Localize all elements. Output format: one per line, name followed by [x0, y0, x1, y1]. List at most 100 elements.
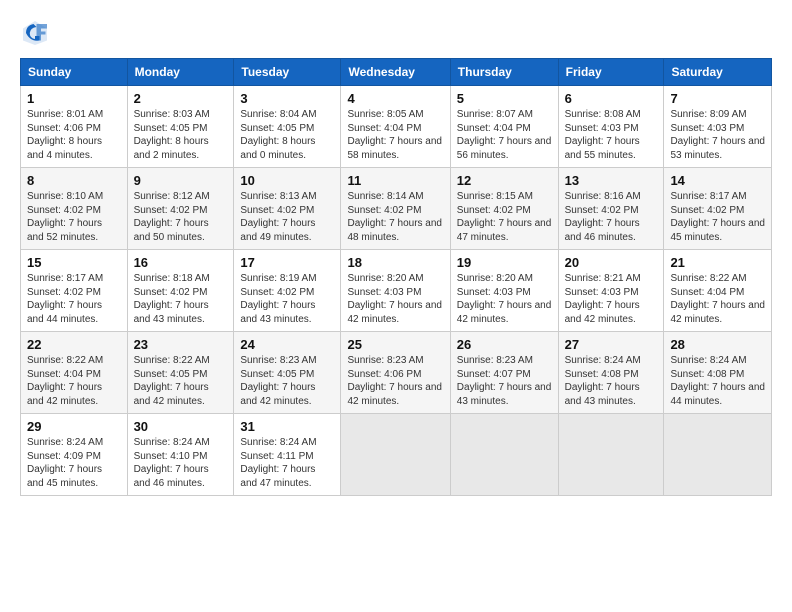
day-cell: 19Sunrise: 8:20 AMSunset: 4:03 PMDayligh…: [450, 250, 558, 332]
day-cell: 23 Sunrise: 8:22 AMSunset: 4:05 PMDayligh…: [127, 332, 234, 414]
day-number: 21: [670, 255, 765, 270]
header-row: SundayMondayTuesdayWednesdayThursdayFrid…: [21, 59, 772, 86]
day-info: Sunrise: 8:10 AMSunset: 4:02 PMDaylight:…: [27, 190, 121, 244]
day-info: Sunrise: 8:22 AMSunset: 4:04 PMDaylight:…: [27, 354, 121, 408]
day-number: 27: [565, 337, 658, 352]
day-number: 1: [27, 91, 121, 106]
day-cell: [664, 414, 772, 496]
day-cell: [558, 414, 664, 496]
day-number: 3: [240, 91, 334, 106]
day-cell: 12Sunrise: 8:15 AMSunset: 4:02 PMDayligh…: [450, 168, 558, 250]
day-info: Sunrise: 8:24 AMSunset: 4:11 PMDaylight:…: [240, 436, 334, 490]
day-cell: 22Sunrise: 8:22 AMSunset: 4:04 PMDayligh…: [21, 332, 128, 414]
week-row-1: 1 Sunrise: 8:01 AMSunset: 4:06 PMDaylight…: [21, 86, 772, 168]
day-number: 4: [347, 91, 443, 106]
logo: [20, 18, 54, 48]
day-cell: 11Sunrise: 8:14 AMSunset: 4:02 PMDayligh…: [341, 168, 450, 250]
day-cell: 18 Sunrise: 8:20 AMSunset: 4:03 PMDayligh…: [341, 250, 450, 332]
day-cell: 24 Sunrise: 8:23 AMSunset: 4:05 PMDayligh…: [234, 332, 341, 414]
day-number: 17: [240, 255, 334, 270]
col-header-tuesday: Tuesday: [234, 59, 341, 86]
day-cell: 8Sunrise: 8:10 AMSunset: 4:02 PMDaylight…: [21, 168, 128, 250]
day-info: Sunrise: 8:08 AMSunset: 4:03 PMDaylight:…: [565, 108, 658, 162]
col-header-friday: Friday: [558, 59, 664, 86]
day-cell: 29 Sunrise: 8:24 AMSunset: 4:09 PMDayligh…: [21, 414, 128, 496]
week-row-5: 29 Sunrise: 8:24 AMSunset: 4:09 PMDayligh…: [21, 414, 772, 496]
col-header-saturday: Saturday: [664, 59, 772, 86]
day-cell: 17Sunrise: 8:19 AMSunset: 4:02 PMDayligh…: [234, 250, 341, 332]
day-number: 11: [347, 173, 443, 188]
day-cell: 25 Sunrise: 8:23 AMSunset: 4:06 PMDayligh…: [341, 332, 450, 414]
day-number: 5: [457, 91, 552, 106]
day-number: 2: [134, 91, 228, 106]
day-cell: 3 Sunrise: 8:04 AMSunset: 4:05 PMDaylight…: [234, 86, 341, 168]
header: [20, 18, 772, 48]
day-cell: 9Sunrise: 8:12 AMSunset: 4:02 PMDaylight…: [127, 168, 234, 250]
week-row-4: 22Sunrise: 8:22 AMSunset: 4:04 PMDayligh…: [21, 332, 772, 414]
day-info: Sunrise: 8:23 AMSunset: 4:05 PMDaylight:…: [240, 354, 334, 408]
day-info: Sunrise: 8:07 AMSunset: 4:04 PMDaylight:…: [457, 108, 552, 162]
day-cell: 13 Sunrise: 8:16 AMSunset: 4:02 PMDayligh…: [558, 168, 664, 250]
day-number: 30: [134, 419, 228, 434]
day-number: 14: [670, 173, 765, 188]
day-cell: 4 Sunrise: 8:05 AMSunset: 4:04 PMDaylight…: [341, 86, 450, 168]
day-info: Sunrise: 8:05 AMSunset: 4:04 PMDaylight:…: [347, 108, 443, 162]
day-number: 24: [240, 337, 334, 352]
page: SundayMondayTuesdayWednesdayThursdayFrid…: [0, 0, 792, 612]
day-info: Sunrise: 8:24 AMSunset: 4:08 PMDaylight:…: [565, 354, 658, 408]
day-number: 26: [457, 337, 552, 352]
col-header-wednesday: Wednesday: [341, 59, 450, 86]
day-number: 28: [670, 337, 765, 352]
day-number: 6: [565, 91, 658, 106]
day-cell: 28 Sunrise: 8:24 AMSunset: 4:08 PMDayligh…: [664, 332, 772, 414]
day-info: Sunrise: 8:23 AMSunset: 4:07 PMDaylight:…: [457, 354, 552, 408]
day-number: 15: [27, 255, 121, 270]
calendar-table: SundayMondayTuesdayWednesdayThursdayFrid…: [20, 58, 772, 496]
day-cell: 21 Sunrise: 8:22 AMSunset: 4:04 PMDayligh…: [664, 250, 772, 332]
day-number: 18: [347, 255, 443, 270]
day-info: Sunrise: 8:01 AMSunset: 4:06 PMDaylight:…: [27, 108, 121, 162]
day-cell: 15 Sunrise: 8:17 AMSunset: 4:02 PMDayligh…: [21, 250, 128, 332]
day-info: Sunrise: 8:03 AMSunset: 4:05 PMDaylight:…: [134, 108, 228, 162]
day-cell: 10 Sunrise: 8:13 AMSunset: 4:02 PMDayligh…: [234, 168, 341, 250]
day-number: 23: [134, 337, 228, 352]
day-cell: 31 Sunrise: 8:24 AMSunset: 4:11 PMDayligh…: [234, 414, 341, 496]
day-number: 16: [134, 255, 228, 270]
day-info: Sunrise: 8:17 AMSunset: 4:02 PMDaylight:…: [27, 272, 121, 326]
day-number: 10: [240, 173, 334, 188]
col-header-monday: Monday: [127, 59, 234, 86]
day-number: 31: [240, 419, 334, 434]
day-cell: 1 Sunrise: 8:01 AMSunset: 4:06 PMDaylight…: [21, 86, 128, 168]
day-info: Sunrise: 8:21 AMSunset: 4:03 PMDaylight:…: [565, 272, 658, 326]
day-info: Sunrise: 8:17 AMSunset: 4:02 PMDaylight:…: [670, 190, 765, 244]
day-number: 7: [670, 91, 765, 106]
day-number: 29: [27, 419, 121, 434]
day-cell: 16 Sunrise: 8:18 AMSunset: 4:02 PMDayligh…: [127, 250, 234, 332]
day-info: Sunrise: 8:23 AMSunset: 4:06 PMDaylight:…: [347, 354, 443, 408]
day-info: Sunrise: 8:18 AMSunset: 4:02 PMDaylight:…: [134, 272, 228, 326]
col-header-sunday: Sunday: [21, 59, 128, 86]
day-info: Sunrise: 8:24 AMSunset: 4:09 PMDaylight:…: [27, 436, 121, 490]
day-cell: 26 Sunrise: 8:23 AMSunset: 4:07 PMDayligh…: [450, 332, 558, 414]
day-cell: 5 Sunrise: 8:07 AMSunset: 4:04 PMDaylight…: [450, 86, 558, 168]
day-info: Sunrise: 8:20 AMSunset: 4:03 PMDaylight:…: [347, 272, 443, 326]
day-info: Sunrise: 8:24 AMSunset: 4:10 PMDaylight:…: [134, 436, 228, 490]
day-info: Sunrise: 8:20 AMSunset: 4:03 PMDaylight:…: [457, 272, 552, 326]
day-cell: [450, 414, 558, 496]
day-number: 25: [347, 337, 443, 352]
day-number: 12: [457, 173, 552, 188]
day-info: Sunrise: 8:04 AMSunset: 4:05 PMDaylight:…: [240, 108, 334, 162]
day-number: 9: [134, 173, 228, 188]
day-number: 20: [565, 255, 658, 270]
day-info: Sunrise: 8:13 AMSunset: 4:02 PMDaylight:…: [240, 190, 334, 244]
day-number: 13: [565, 173, 658, 188]
day-info: Sunrise: 8:22 AMSunset: 4:04 PMDaylight:…: [670, 272, 765, 326]
day-cell: 7Sunrise: 8:09 AMSunset: 4:03 PMDaylight…: [664, 86, 772, 168]
day-info: Sunrise: 8:24 AMSunset: 4:08 PMDaylight:…: [670, 354, 765, 408]
day-info: Sunrise: 8:16 AMSunset: 4:02 PMDaylight:…: [565, 190, 658, 244]
day-cell: 30 Sunrise: 8:24 AMSunset: 4:10 PMDayligh…: [127, 414, 234, 496]
week-row-2: 8Sunrise: 8:10 AMSunset: 4:02 PMDaylight…: [21, 168, 772, 250]
day-cell: 6 Sunrise: 8:08 AMSunset: 4:03 PMDaylight…: [558, 86, 664, 168]
week-row-3: 15 Sunrise: 8:17 AMSunset: 4:02 PMDayligh…: [21, 250, 772, 332]
day-info: Sunrise: 8:22 AMSunset: 4:05 PMDaylight:…: [134, 354, 228, 408]
